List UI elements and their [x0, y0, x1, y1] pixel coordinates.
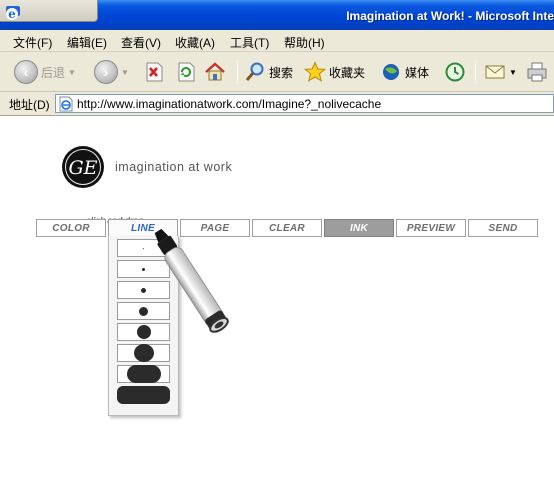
page-content: GE imagination at work click and drag CO… — [0, 117, 554, 482]
nav-ink[interactable]: INK — [324, 219, 394, 237]
address-url: http://www.imaginationatwork.com/Imagine… — [77, 96, 382, 111]
address-label: 地址(D) — [9, 98, 50, 112]
forward-arrow-icon: › — [94, 60, 118, 84]
line-width-option[interactable] — [117, 386, 170, 404]
address-input[interactable]: http://www.imaginationatwork.com/Imagine… — [55, 94, 554, 113]
media-button[interactable]: 媒体 — [380, 58, 429, 86]
refresh-button[interactable] — [175, 58, 197, 86]
media-icon — [383, 64, 399, 80]
window-title: Imagination at Work! - Microsoft Inte — [346, 9, 554, 23]
menu-help[interactable]: 帮助(H) — [284, 34, 325, 51]
nav-clear[interactable]: CLEAR — [252, 219, 322, 237]
page-icon — [59, 96, 73, 111]
tagline: imagination at work — [115, 160, 233, 174]
back-dropdown-icon[interactable]: ▼ — [68, 68, 76, 77]
home-icon — [205, 62, 225, 81]
logo-lettering: GE — [68, 157, 97, 179]
menu-view[interactable]: 查看(V) — [121, 34, 161, 51]
line-width-dot — [126, 365, 161, 383]
line-width-dot — [118, 387, 169, 403]
refresh-icon — [178, 62, 195, 82]
printer-icon — [527, 62, 547, 82]
title-bar: e Imagination at Work! - Microsoft Inte — [0, 0, 554, 30]
stop-icon — [146, 62, 163, 82]
ge-logo[interactable]: GE — [61, 145, 105, 189]
mail-button[interactable]: ▼ — [484, 58, 517, 86]
mail-dropdown-icon[interactable]: ▼ — [509, 68, 517, 77]
media-label: 媒体 — [405, 65, 430, 80]
toolbar: ‹ 后退 ▼ › ▼ 搜索 收藏夹 媒体 ▼ — [0, 52, 554, 92]
toolbar-separator — [237, 60, 238, 84]
favorites-label: 收藏夹 — [329, 65, 366, 80]
nav-preview[interactable]: PREVIEW — [396, 219, 466, 237]
back-button[interactable]: ‹ 后退 ▼ — [14, 58, 76, 86]
favorites-button[interactable]: 收藏夹 — [304, 58, 365, 86]
history-icon — [445, 62, 465, 82]
forward-dropdown-icon[interactable]: ▼ — [121, 68, 129, 77]
svg-text:e: e — [8, 7, 16, 21]
forward-button[interactable]: › ▼ — [94, 58, 129, 86]
home-button[interactable] — [204, 58, 226, 86]
menu-tools[interactable]: 工具(T) — [230, 34, 269, 51]
toolbar-separator — [475, 60, 476, 84]
ie-app-icon[interactable]: e — [4, 6, 20, 22]
back-label: 后退 — [41, 65, 66, 80]
menu-bar: 文件(F) 编辑(E) 查看(V) 收藏(A) 工具(T) 帮助(H) — [0, 30, 554, 52]
print-button[interactable] — [526, 58, 548, 86]
search-button[interactable]: 搜索 — [244, 58, 293, 86]
mail-icon — [485, 65, 505, 79]
stop-button[interactable] — [143, 58, 165, 86]
menu-edit[interactable]: 编辑(E) — [67, 34, 107, 51]
star-icon — [304, 61, 326, 82]
search-icon — [245, 62, 264, 81]
back-arrow-icon: ‹ — [14, 60, 38, 84]
history-button[interactable] — [444, 58, 466, 86]
menu-favorites[interactable]: 收藏(A) — [175, 34, 215, 51]
menu-file[interactable]: 文件(F) — [13, 34, 52, 51]
line-width-option[interactable] — [117, 365, 170, 383]
address-bar: 地址(D) http://www.imaginationatwork.com/I… — [0, 92, 554, 116]
marker-pen-cursor[interactable] — [140, 217, 240, 347]
nav-send[interactable]: SEND — [468, 219, 538, 237]
nav-color[interactable]: COLOR — [36, 219, 106, 237]
search-label: 搜索 — [269, 65, 294, 80]
